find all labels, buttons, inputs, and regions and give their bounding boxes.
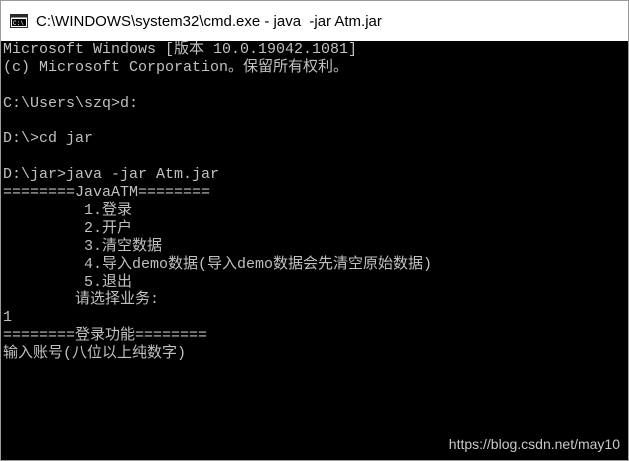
console-line: 1.登录 [3,202,133,220]
watermark-text: https://blog.csdn.net/may10 [448,436,620,452]
console-output[interactable]: Microsoft Windows [版本 10.0.19042.1081] (c… [3,41,626,460]
cmd-window: C:\ C:\WINDOWS\system32\cmd.exe - java -… [0,0,629,461]
svg-text:C:\: C:\ [13,20,24,27]
console-line: 3.清空数据 [3,237,163,255]
console-line: D:\jar>java -jar Atm.jar [3,166,220,184]
console-line: 2.开户 [3,219,133,237]
console-line: 1 [3,309,13,327]
console-line: (c) Microsoft Corporation。保留所有权利。 [3,58,349,76]
console-line: ========登录功能======== [3,327,208,345]
window-title: C:\WINDOWS\system32\cmd.exe - java -jar … [36,12,382,30]
console-line: C:\Users\szq>d: [3,94,139,112]
title-bar[interactable]: C:\ C:\WINDOWS\system32\cmd.exe - java -… [1,1,628,41]
console-line: ========JavaATM======== [3,184,211,202]
console-line: 请选择业务: [3,291,160,309]
console-line: Microsoft Windows [版本 10.0.19042.1081] [3,41,358,58]
console-line: D:\>cd jar [3,130,94,148]
console-line: 4.导入demo数据(导入demo数据会先清空原始数据) [3,255,433,273]
console-lines: Microsoft Windows [版本 10.0.19042.1081] (c… [3,41,626,363]
cmd-prompt-icon: C:\ [10,14,28,28]
console-line: 5.退出 [3,273,133,291]
console-line: 输入账号(八位以上纯数字) [3,345,187,363]
